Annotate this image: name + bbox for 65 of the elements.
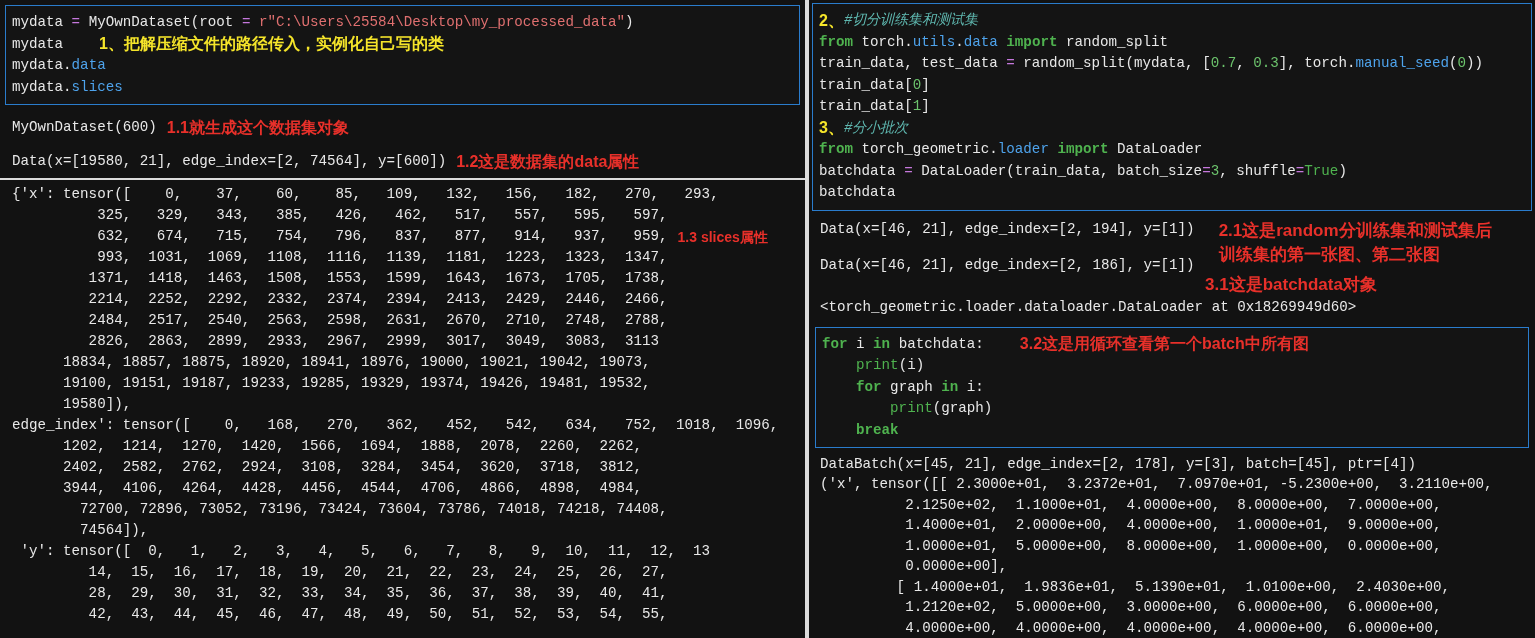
- code-line: for graph in i:: [855, 377, 984, 397]
- output-line: 2.1250e+02, 1.1000e+01, 4.0000e+00, 8.0000e+00, 7.0000e+00,: [904, 495, 1442, 515]
- code-line: train_data, test_data = random_split(mydata, [0.7, 0.3], torch.manual_seed(0)): [819, 54, 1484, 74]
- step-number: 2、: [819, 10, 844, 31]
- code-line: batchdata: [819, 183, 896, 203]
- annotation: 1、把解压缩文件的路径传入，实例化自己写的类: [99, 34, 444, 55]
- step-number: 3、: [819, 118, 844, 139]
- output-line: edge_index': tensor([ 0, 168, 270, 362, 452, 542, 634, 752, 1018, 1096,: [12, 416, 779, 435]
- output-line: [ 1.4000e+01, 1.9836e+01, 5.1390e+01, 1.0100e+00, 2.4030e+00,: [895, 577, 1451, 597]
- annotation: 3.2这是用循环查看第一个batch中所有图: [1019, 334, 1309, 355]
- code-line: break: [855, 420, 899, 440]
- code-line: print(i): [855, 356, 925, 376]
- output-line: 993, 1031, 1069, 1108, 1116, 1139, 1181, 1223, 1323, 1347,: [96, 248, 668, 267]
- code-line: for i in batchdata:: [822, 334, 984, 354]
- output-line: MyOwnDataset(600): [12, 118, 157, 137]
- output-line: 4.0000e+00, 4.0000e+00, 4.0000e+00, 4.0000e+00, 6.0000e+00,: [904, 618, 1442, 638]
- output-line: 1202, 1214, 1270, 1420, 1566, 1694, 1888, 2078, 2260, 2262,: [62, 437, 643, 456]
- output-line: 18834, 18857, 18875, 18920, 18941, 18976, 19000, 19021, 19042, 19073,: [62, 353, 651, 372]
- output-line: 19100, 19151, 19187, 19233, 19285, 19329, 19374, 19426, 19481, 19532,: [62, 374, 651, 393]
- code-cell[interactable]: mydata = MyOwnDataset(root = r"C:\Users\25584\Desktop\my_processed_data") mydata 1、把解压缩文件的路径传入，实例化自己写的类 mydata.data mydata.slices: [5, 5, 800, 105]
- output-line: 72700, 72896, 73052, 73196, 73424, 73604, 73786, 74018, 74218, 74408,: [79, 500, 668, 519]
- output-line: 2402, 2582, 2762, 2924, 3108, 3284, 3454, 3620, 3718, 3812,: [62, 458, 643, 477]
- code-line: from torch_geometric.loader import DataLoader: [819, 140, 1203, 160]
- code-cell[interactable]: for i in batchdata: 3.2这是用循环查看第一个batch中所有图 print(i) for graph in i: print(graph) break: [815, 326, 1529, 448]
- output-line: DataBatch(x=[45, 21], edge_index=[2, 178], y=[3], batch=[45], ptr=[4]): [820, 454, 1416, 474]
- output-line: 19580]),: [62, 395, 132, 414]
- output-line: ('x', tensor([[ 2.3000e+01, 3.2372e+01, 7.0970e+01, -5.2300e+00, 3.2110e+00,: [820, 475, 1493, 495]
- output-line: 1.0000e+01, 5.0000e+00, 8.0000e+00, 1.0000e+00, 0.0000e+00,: [904, 536, 1442, 556]
- output-line: 28, 29, 30, 31, 32, 33, 34, 35, 36, 37, 38, 39, 40, 41,: [87, 584, 668, 603]
- annotation: 2.1这是random分训练集和测试集后训练集的第一张图、第二张图: [1218, 219, 1493, 266]
- output-line: 74564]),: [79, 521, 149, 540]
- code-line: mydata: [12, 34, 64, 54]
- output-line: 14, 15, 16, 17, 18, 19, 20, 21, 22, 23, 24, 25, 26, 27,: [87, 563, 668, 582]
- output-line: 0.0000e+00],: [904, 557, 1008, 577]
- output-line: {'x': tensor([ 0, 37, 60, 85, 109, 132, 156, 182, 270, 293,: [12, 185, 719, 204]
- code-line: train_data[1]: [819, 97, 930, 117]
- output-line: 'y': tensor([ 0, 1, 2, 3, 4, 5, 6, 7, 8, 9, 10, 11, 12, 13: [19, 542, 711, 561]
- code-line: mydata = MyOwnDataset(root = r"C:\Users\25584\Desktop\my_processed_data"): [12, 13, 634, 33]
- output-line: Data(x=[46, 21], edge_index=[2, 186], y=[1]): [820, 255, 1195, 275]
- code-cell[interactable]: [812, 3, 1532, 211]
- output-line: 2484, 2517, 2540, 2563, 2598, 2631, 2670, 2710, 2748, 2788,: [87, 311, 668, 330]
- annotation: 3.1这是batchdata对象: [1205, 275, 1377, 294]
- annotation: 1.2这是数据集的data属性: [456, 151, 640, 172]
- annotation: 1.3 slices属性: [677, 227, 768, 246]
- code-line: #切分训练集和测试集: [843, 11, 979, 31]
- output-line: 1371, 1418, 1463, 1508, 1553, 1599, 1643, 1673, 1705, 1738,: [87, 269, 668, 288]
- output-line: 632, 674, 715, 754, 796, 837, 877, 914, 937, 959,: [96, 227, 668, 246]
- output-line: Data(x=[19580, 21], edge_index=[2, 74564], y=[600]): [12, 152, 447, 171]
- code-line: #分小批次: [843, 118, 909, 138]
- output-line: 42, 43, 44, 45, 46, 47, 48, 49, 50, 51, 52, 53, 54, 55,: [87, 605, 668, 624]
- code-line: mydata.slices: [12, 77, 123, 97]
- code-line: print(graph): [889, 399, 993, 419]
- output-line: 1.2120e+02, 5.0000e+00, 3.0000e+00, 6.0000e+00, 6.0000e+00,: [904, 598, 1442, 618]
- output-line: 3944, 4106, 4264, 4428, 4456, 4544, 4706, 4866, 4898, 4984,: [62, 479, 643, 498]
- output-line: 325, 329, 343, 385, 426, 462, 517, 557, 595, 597,: [96, 206, 668, 225]
- output-line: Data(x=[46, 21], edge_index=[2, 194], y=[1]): [820, 219, 1195, 239]
- output-line: 2826, 2863, 2899, 2933, 2967, 2999, 3017, 3049, 3083, 3113: [87, 332, 660, 351]
- code-line: batchdata = DataLoader(train_data, batch_size=3, shuffle=True): [819, 161, 1347, 181]
- output-line: 2214, 2252, 2292, 2332, 2374, 2394, 2413, 2429, 2446, 2466,: [87, 290, 668, 309]
- code-line: train_data[0]: [819, 75, 930, 95]
- annotation: 1.1就生成这个数据集对象: [166, 117, 349, 138]
- output-line: 1.4000e+01, 2.0000e+00, 4.0000e+00, 1.0000e+01, 9.0000e+00,: [904, 516, 1442, 536]
- code-line: from torch.utils.data import random_split: [819, 32, 1169, 52]
- code-line: mydata.data: [12, 56, 106, 76]
- output-line: <torch_geometric.loader.dataloader.DataLoader at 0x18269949d60>: [820, 298, 1357, 315]
